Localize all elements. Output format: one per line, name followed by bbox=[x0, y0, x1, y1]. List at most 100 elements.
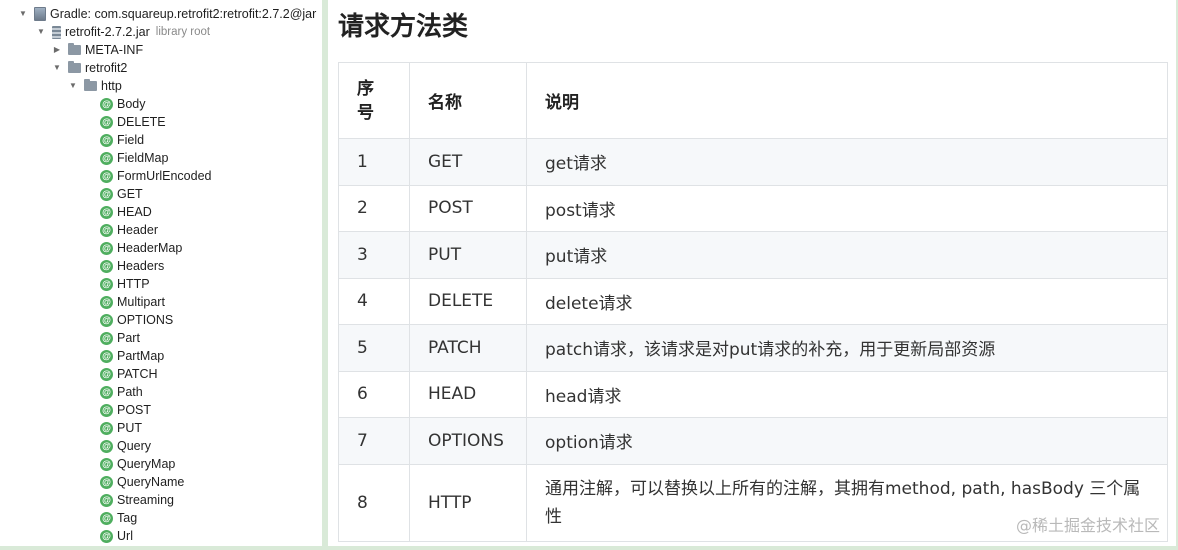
tree-node-annotation[interactable]: @ Tag bbox=[100, 509, 137, 527]
tree-node-annotation[interactable]: @ HeaderMap bbox=[100, 239, 182, 257]
tree-node-label: Multipart bbox=[117, 295, 165, 309]
annotation-icon: @ bbox=[100, 511, 113, 525]
tree-node-annotation[interactable]: @ POST bbox=[100, 401, 151, 419]
cell-description: post请求 bbox=[526, 184, 1168, 232]
tree-node-annotation[interactable]: @ FormUrlEncoded bbox=[100, 167, 211, 185]
tree-node-annotation[interactable]: @ Url bbox=[100, 527, 133, 545]
project-tree: ▼ Gradle: com.squareup.retrofit2:retrofi… bbox=[0, 0, 322, 546]
annotation-icon: @ bbox=[100, 421, 113, 435]
tree-node-label: Part bbox=[117, 331, 140, 345]
expanded-arrow-icon[interactable]: ▼ bbox=[18, 5, 28, 23]
annotation-icon: @ bbox=[100, 367, 113, 381]
tree-node-label: PATCH bbox=[117, 367, 158, 381]
tree-node-label: Body bbox=[117, 97, 146, 111]
library-icon bbox=[34, 7, 46, 21]
tree-node-annotation[interactable]: @ Field bbox=[100, 131, 144, 149]
tree-node-annotation[interactable]: @ Query bbox=[100, 437, 151, 455]
cell-index: 5 bbox=[338, 324, 410, 372]
tree-node-label: DELETE bbox=[117, 115, 166, 129]
annotation-icon: @ bbox=[100, 331, 113, 345]
package-icon bbox=[84, 79, 97, 91]
tree-node-meta-inf[interactable]: ▶ META-INF bbox=[52, 41, 143, 59]
cell-index: 1 bbox=[338, 138, 410, 186]
tree-node-label: FieldMap bbox=[117, 151, 169, 165]
folder-icon bbox=[68, 43, 81, 55]
package-icon bbox=[68, 61, 81, 73]
tree-node-label: HEAD bbox=[117, 205, 152, 219]
tree-node-annotation[interactable]: @ PartMap bbox=[100, 347, 164, 365]
tree-node-annotation[interactable]: @ Body bbox=[100, 95, 146, 113]
table-row: 6 HEAD head请求 bbox=[338, 370, 1168, 418]
header-name: 名称 bbox=[409, 62, 527, 139]
cell-method-name: OPTIONS bbox=[409, 417, 527, 465]
annotation-icon: @ bbox=[100, 205, 113, 219]
cell-method-name: GET bbox=[409, 138, 527, 186]
tree-node-label: Tag bbox=[117, 511, 138, 525]
tree-node-annotation[interactable]: @ Path bbox=[100, 383, 143, 401]
annotation-icon: @ bbox=[100, 97, 113, 111]
library-root-hint: library root bbox=[155, 26, 211, 38]
tree-node-label: Headers bbox=[117, 259, 165, 273]
tree-node-annotation[interactable]: @ HTTP bbox=[100, 275, 150, 293]
cell-method-name: PATCH bbox=[409, 324, 527, 372]
tree-node-annotation[interactable]: @ PATCH bbox=[100, 365, 158, 383]
cell-description: put请求 bbox=[526, 231, 1168, 279]
tree-node-label: QueryMap bbox=[117, 457, 176, 471]
tree-node-annotation[interactable]: @ FieldMap bbox=[100, 149, 168, 167]
tree-node-annotation[interactable]: @ QueryName bbox=[100, 473, 184, 491]
tree-node-label: Field bbox=[117, 133, 145, 147]
tree-node-annotation[interactable]: @ GET bbox=[100, 185, 143, 203]
cell-index: 2 bbox=[338, 184, 410, 232]
tree-node-label: PUT bbox=[117, 421, 142, 435]
cell-description: get请求 bbox=[526, 138, 1168, 186]
expanded-arrow-icon[interactable]: ▼ bbox=[36, 23, 46, 41]
tree-node-annotation[interactable]: @ OPTIONS bbox=[100, 311, 173, 329]
cell-index: 3 bbox=[338, 231, 410, 279]
tree-node-label: FormUrlEncoded bbox=[117, 169, 212, 183]
tree-node-annotation[interactable]: @ Part bbox=[100, 329, 140, 347]
tree-node-annotation[interactable]: @ HEAD bbox=[100, 203, 152, 221]
table-row: 1 GET get请求 bbox=[338, 138, 1168, 186]
annotation-icon: @ bbox=[100, 439, 113, 453]
tree-node-jar[interactable]: ▼ retrofit-2.7.2.jar library root bbox=[36, 23, 210, 41]
cell-method-name: HEAD bbox=[409, 370, 527, 418]
annotation-icon: @ bbox=[100, 223, 113, 237]
expanded-arrow-icon[interactable]: ▼ bbox=[68, 77, 78, 95]
cell-method-name: POST bbox=[409, 184, 527, 232]
table-row: 7 OPTIONS option请求 bbox=[338, 417, 1168, 465]
tree-node-annotation[interactable]: @ Streaming bbox=[100, 491, 174, 509]
expanded-arrow-icon[interactable]: ▼ bbox=[52, 59, 62, 77]
tree-node-annotation[interactable]: @ PUT bbox=[100, 419, 142, 437]
table-header-row: 序号 名称 说明 bbox=[338, 62, 1168, 139]
table-row: 5 PATCH patch请求，该请求是对put请求的补充，用于更新局部资源 bbox=[338, 324, 1168, 372]
jar-icon bbox=[52, 25, 61, 39]
cell-description: option请求 bbox=[526, 417, 1168, 465]
cell-method-name: HTTP bbox=[409, 463, 527, 542]
tree-node-annotation[interactable]: @ Multipart bbox=[100, 293, 165, 311]
tree-node-label: META-INF bbox=[85, 43, 144, 57]
annotation-icon: @ bbox=[100, 241, 113, 255]
tree-node-label: QueryName bbox=[117, 475, 185, 489]
tree-node-http[interactable]: ▼ http bbox=[68, 77, 122, 95]
tree-node-label: Url bbox=[117, 529, 133, 543]
cell-index: 4 bbox=[338, 277, 410, 325]
cell-method-name: PUT bbox=[409, 231, 527, 279]
annotation-icon: @ bbox=[100, 259, 113, 273]
table-row: 4 DELETE delete请求 bbox=[338, 277, 1168, 325]
tree-node-retrofit2[interactable]: ▼ retrofit2 bbox=[52, 59, 127, 77]
tree-node-annotation[interactable]: @ DELETE bbox=[100, 113, 166, 131]
annotation-icon: @ bbox=[100, 385, 113, 399]
collapsed-arrow-icon[interactable]: ▶ bbox=[52, 41, 62, 59]
table-row: 3 PUT put请求 bbox=[338, 231, 1168, 279]
tree-node-gradle-lib[interactable]: ▼ Gradle: com.squareup.retrofit2:retrofi… bbox=[18, 5, 316, 23]
tree-node-annotation[interactable]: @ QueryMap bbox=[100, 455, 175, 473]
annotation-icon: @ bbox=[100, 457, 113, 471]
tree-node-annotation[interactable]: @ Header bbox=[100, 221, 158, 239]
tree-node-annotation[interactable]: @ Headers bbox=[100, 257, 164, 275]
tree-node-label: OPTIONS bbox=[117, 313, 174, 327]
watermark: @稀土掘金技术社区 bbox=[1015, 516, 1160, 535]
tree-node-label: HeaderMap bbox=[117, 241, 183, 255]
annotation-icon: @ bbox=[100, 403, 113, 417]
table-row: 2 POST post请求 bbox=[338, 184, 1168, 232]
annotation-icon: @ bbox=[100, 493, 113, 507]
